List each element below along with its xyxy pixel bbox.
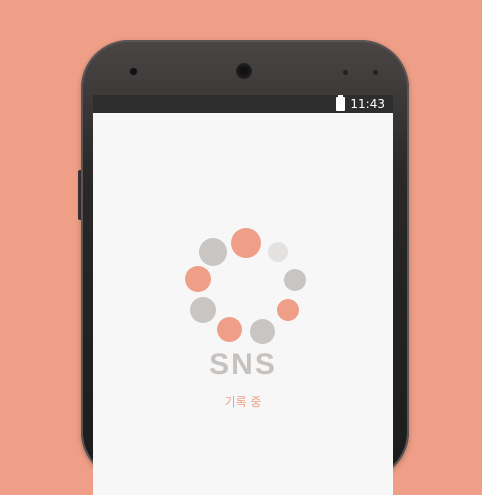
spinner-dot [199,238,227,266]
front-camera-icon [130,68,137,75]
spinner-dot [284,269,306,291]
phone-screen: 11:43 SNS 기록 중 [93,95,393,495]
spinner-dot [217,317,242,342]
earpiece-speaker-icon [236,63,252,79]
spinner-dot [185,266,211,292]
spinner-dot [190,297,216,323]
status-text: 기록 중 [224,395,262,409]
proximity-sensor-icon [343,70,348,75]
phone-frame: 11:43 SNS 기록 중 [81,40,409,495]
spinner-dot [277,299,299,321]
spinner-dot [231,228,261,258]
spinner-dot [268,242,288,262]
app-title: SNS [209,348,277,381]
light-sensor-icon [373,70,378,75]
spinner-dot [250,319,275,344]
